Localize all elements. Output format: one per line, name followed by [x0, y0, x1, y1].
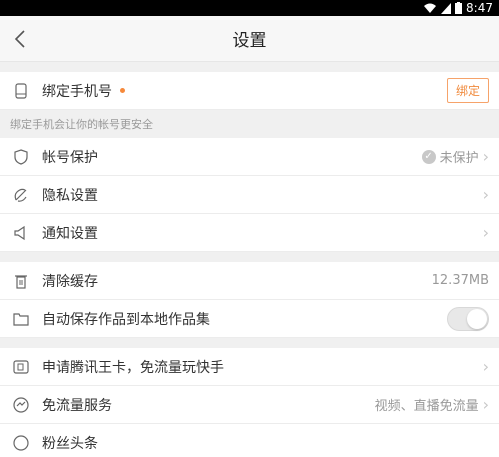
header: 设置 — [0, 16, 499, 62]
sim-card-icon — [12, 358, 30, 376]
free-data-icon — [12, 396, 30, 414]
wifi-icon — [424, 3, 437, 13]
status-time: 8:47 — [466, 1, 493, 15]
free-data-row[interactable]: 免流量服务 视频、直播免流量 › — [0, 386, 499, 424]
privacy-icon — [12, 186, 30, 204]
protection-status: 未保护 — [439, 151, 479, 166]
bind-phone-label: 绑定手机号 — [42, 83, 112, 100]
back-button[interactable] — [8, 25, 32, 53]
chevron-right-icon: › — [482, 395, 489, 414]
bind-button[interactable]: 绑定 — [446, 78, 489, 103]
signal-icon — [441, 2, 452, 14]
autosave-row: 自动保存作品到本地作品集 — [0, 300, 499, 338]
trash-icon — [12, 272, 30, 290]
section-gap — [0, 338, 499, 348]
new-dot — [120, 88, 125, 93]
speaker-icon — [12, 224, 30, 242]
folder-icon — [12, 310, 30, 328]
account-protection-row[interactable]: 帐号保护 ✓ 未保护 › — [0, 138, 499, 176]
free-data-label: 免流量服务 — [42, 397, 112, 414]
fans-headline-label: 粉丝头条 — [42, 435, 98, 452]
cache-size: 12.37MB — [431, 273, 489, 288]
toggle-knob — [467, 308, 487, 329]
autosave-toggle[interactable] — [447, 306, 489, 331]
chevron-right-icon: › — [482, 223, 489, 242]
chevron-left-icon — [14, 30, 25, 48]
clear-cache-label: 清除缓存 — [42, 273, 98, 290]
chevron-right-icon: › — [482, 185, 489, 204]
free-data-value: 视频、直播免流量 — [374, 399, 479, 414]
account-protection-label: 帐号保护 — [42, 149, 98, 166]
bind-phone-row[interactable]: 绑定手机号 绑定 — [0, 72, 499, 110]
clear-cache-row[interactable]: 清除缓存 12.37MB — [0, 262, 499, 300]
notification-settings-label: 通知设置 — [42, 225, 98, 242]
section-gap — [0, 62, 499, 72]
wangka-row[interactable]: 申请腾讯王卡，免流量玩快手 › — [0, 348, 499, 386]
section-gap — [0, 252, 499, 262]
privacy-settings-label: 隐私设置 — [42, 187, 98, 204]
phone-icon — [12, 82, 30, 100]
bind-hint: 绑定手机会让你的帐号更安全 — [0, 110, 499, 138]
chevron-right-icon: › — [482, 147, 489, 166]
status-bar: 8:47 — [0, 0, 499, 16]
battery-icon — [455, 2, 463, 14]
check-icon: ✓ — [421, 149, 436, 164]
autosave-label: 自动保存作品到本地作品集 — [42, 311, 210, 328]
headline-icon — [12, 434, 30, 452]
privacy-settings-row[interactable]: 隐私设置 › — [0, 176, 499, 214]
shield-icon — [12, 148, 30, 166]
notification-settings-row[interactable]: 通知设置 › — [0, 214, 499, 252]
page-title: 设置 — [232, 31, 267, 51]
fans-headline-row[interactable]: 粉丝头条 — [0, 424, 499, 457]
wangka-label: 申请腾讯王卡，免流量玩快手 — [42, 359, 224, 376]
chevron-right-icon: › — [482, 357, 489, 376]
